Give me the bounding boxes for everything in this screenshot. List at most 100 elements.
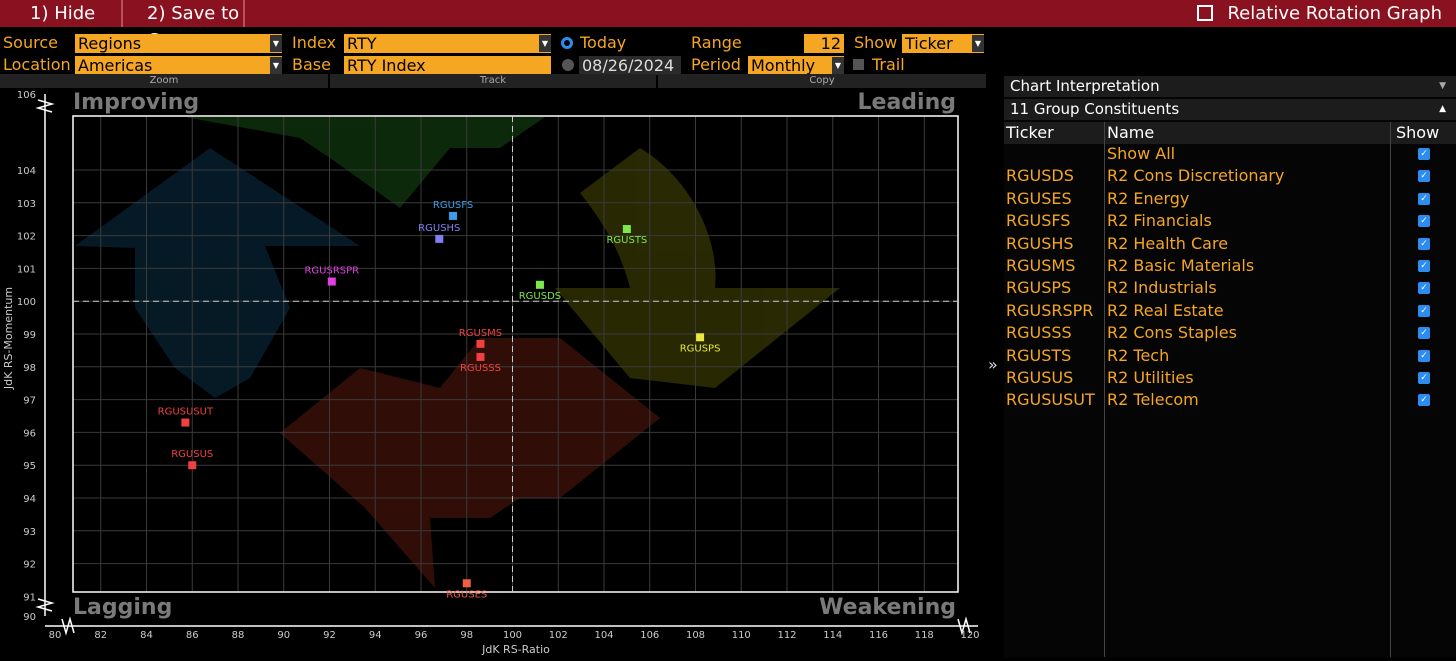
- show-checkbox[interactable]: ✓: [1418, 304, 1430, 317]
- quadrant-label-improving: Improving: [73, 90, 199, 115]
- toolbar-divider: [121, 0, 123, 27]
- show-checkbox[interactable]: ✓: [1418, 282, 1430, 295]
- y-tick-label: 90: [23, 612, 36, 623]
- data-label-rgususut: RGUSUSUT: [158, 407, 214, 418]
- y-tick-label: 100: [17, 297, 36, 308]
- y-tick-label: 93: [23, 527, 36, 538]
- list-item[interactable]: RGUSUSUT R2 Telecom ✓: [1004, 389, 1456, 411]
- y-tick-label: 96: [23, 428, 36, 439]
- copy-button[interactable]: Copy: [658, 74, 986, 88]
- data-point-rgususut[interactable]: [181, 418, 190, 427]
- date-radio[interactable]: [562, 59, 574, 71]
- base-input[interactable]: RTY Index: [344, 56, 551, 75]
- list-item[interactable]: RGUSSS R2 Cons Staples ✓: [1004, 322, 1456, 344]
- list-item[interactable]: RGUSPS R2 Industrials ✓: [1004, 277, 1456, 299]
- chevron-down-icon[interactable]: ▼: [539, 35, 551, 52]
- show-checkbox[interactable]: ✓: [1418, 260, 1430, 272]
- show-checkbox[interactable]: ✓: [1418, 372, 1430, 384]
- show-checkbox[interactable]: ✓: [1418, 215, 1430, 228]
- chart-interpretation-label: Chart Interpretation: [1010, 77, 1160, 95]
- x-tick-label: 112: [777, 630, 796, 641]
- y-tick-label: 92: [23, 560, 36, 571]
- today-radio[interactable]: [561, 37, 573, 49]
- x-tick-label: 82: [94, 630, 107, 641]
- list-item[interactable]: RGUSHS R2 Health Care ✓: [1004, 233, 1456, 255]
- name-cell: R2 Tech: [1107, 345, 1170, 365]
- save-to-group-button[interactable]: 2) Save to G: [137, 0, 247, 51]
- trail-label[interactable]: Trail: [872, 55, 905, 75]
- data-point-rgusts[interactable]: [622, 225, 631, 234]
- index-select[interactable]: RTY ▼: [344, 34, 551, 53]
- constituents-label: 11 Group Constituents: [1010, 100, 1180, 118]
- data-point-rgusps[interactable]: [696, 333, 705, 342]
- external-link-icon[interactable]: [1197, 5, 1214, 21]
- data-point-rgusds[interactable]: [535, 280, 544, 289]
- zoom-button[interactable]: Zoom: [0, 74, 328, 88]
- period-select[interactable]: Monthly ▼: [748, 56, 844, 75]
- rrg-chart[interactable]: Improving Leading Lagging Weakening 90 91 92 9…: [0, 88, 986, 657]
- chevron-down-icon[interactable]: ▼: [832, 57, 844, 74]
- y-tick-label: 98: [23, 363, 36, 374]
- name-cell: R2 Financials: [1107, 211, 1212, 231]
- x-tick-label: 92: [323, 630, 336, 641]
- chevron-down-icon[interactable]: ▼: [972, 35, 984, 52]
- track-button[interactable]: Track: [330, 74, 656, 88]
- show-checkbox[interactable]: ✓: [1418, 349, 1430, 362]
- show-all-checkbox[interactable]: ✓: [1418, 148, 1430, 160]
- range-input[interactable]: 12: [804, 34, 844, 53]
- constituents-header[interactable]: 11 Group Constituents ▲: [1004, 99, 1456, 120]
- list-item[interactable]: RGUSES R2 Energy ✓: [1004, 188, 1456, 210]
- list-item[interactable]: RGUSRSPR R2 Real Estate ✓: [1004, 300, 1456, 322]
- list-item[interactable]: RGUSMS R2 Basic Materials ✓: [1004, 255, 1456, 277]
- show-checkbox[interactable]: ✓: [1418, 192, 1430, 205]
- data-point-rgusrspr[interactable]: [327, 277, 336, 286]
- chevron-down-icon[interactable]: ▼: [270, 35, 282, 52]
- chevron-down-icon[interactable]: ▼: [1439, 76, 1446, 97]
- show-checkbox[interactable]: ✓: [1418, 237, 1430, 250]
- data-point-rgusfs[interactable]: [449, 211, 458, 220]
- y-tick-label: 97: [23, 396, 36, 407]
- today-label[interactable]: Today: [580, 33, 626, 53]
- graph-title-text: Relative Rotation Graph: [1227, 3, 1442, 24]
- show-all-row[interactable]: Show All ✓: [1004, 143, 1456, 165]
- expand-panel-icon[interactable]: »: [988, 355, 998, 374]
- list-item[interactable]: RGUSUS R2 Utilities ✓: [1004, 367, 1456, 389]
- location-select[interactable]: Americas ▼: [75, 56, 282, 75]
- show-all-label[interactable]: Show All: [1107, 143, 1175, 165]
- ticker-cell: RGUSMS: [1006, 256, 1076, 275]
- col-ticker[interactable]: Ticker: [1006, 122, 1054, 144]
- x-tick-label: 108: [686, 630, 705, 641]
- date-input[interactable]: 08/26/2024: [579, 56, 681, 75]
- x-tick-label: 102: [549, 630, 568, 641]
- list-item[interactable]: RGUSFS R2 Financials ✓: [1004, 210, 1456, 232]
- list-item[interactable]: RGUSTS R2 Tech ✓: [1004, 345, 1456, 367]
- chevron-up-icon[interactable]: ▲: [1439, 99, 1446, 120]
- chart-interpretation-header[interactable]: Chart Interpretation ▼: [1004, 76, 1456, 97]
- data-point-rguses[interactable]: [462, 579, 471, 588]
- show-checkbox[interactable]: ✓: [1418, 327, 1430, 340]
- source-select[interactable]: Regions ▼: [75, 34, 282, 53]
- x-tick-label: 86: [186, 630, 199, 641]
- x-tick-label: 120: [960, 630, 979, 641]
- data-point-rgusss[interactable]: [476, 352, 485, 361]
- source-value: Regions: [78, 34, 142, 53]
- data-point-rgusms[interactable]: [476, 339, 485, 348]
- constituents-panel: Chart Interpretation ▼ 11 Group Constitu…: [1004, 76, 1456, 657]
- name-cell: R2 Energy: [1107, 188, 1190, 208]
- x-tick-label: 114: [823, 630, 842, 641]
- data-point-rgusus[interactable]: [188, 461, 197, 470]
- show-select[interactable]: Ticker ▼: [902, 34, 984, 53]
- col-name[interactable]: Name: [1107, 122, 1154, 144]
- show-checkbox[interactable]: ✓: [1418, 394, 1430, 407]
- data-point-rgushs[interactable]: [435, 234, 444, 243]
- chevron-down-icon[interactable]: ▼: [270, 57, 282, 74]
- col-show[interactable]: Show: [1396, 122, 1439, 144]
- list-item[interactable]: RGUSDS R2 Cons Discretionary ✓: [1004, 165, 1456, 187]
- ticker-cell: RGUSRSPR: [1006, 300, 1094, 320]
- graph-title[interactable]: Relative Rotation Graph: [1197, 0, 1442, 27]
- ticker-cell: RGUSPS: [1006, 278, 1072, 298]
- show-checkbox[interactable]: ✓: [1418, 170, 1430, 183]
- top-toolbar: 1) Hide 2) Save to G Relative Rotation G…: [0, 0, 1456, 51]
- trail-checkbox[interactable]: [853, 59, 864, 70]
- hide-button[interactable]: 1) Hide: [20, 0, 120, 27]
